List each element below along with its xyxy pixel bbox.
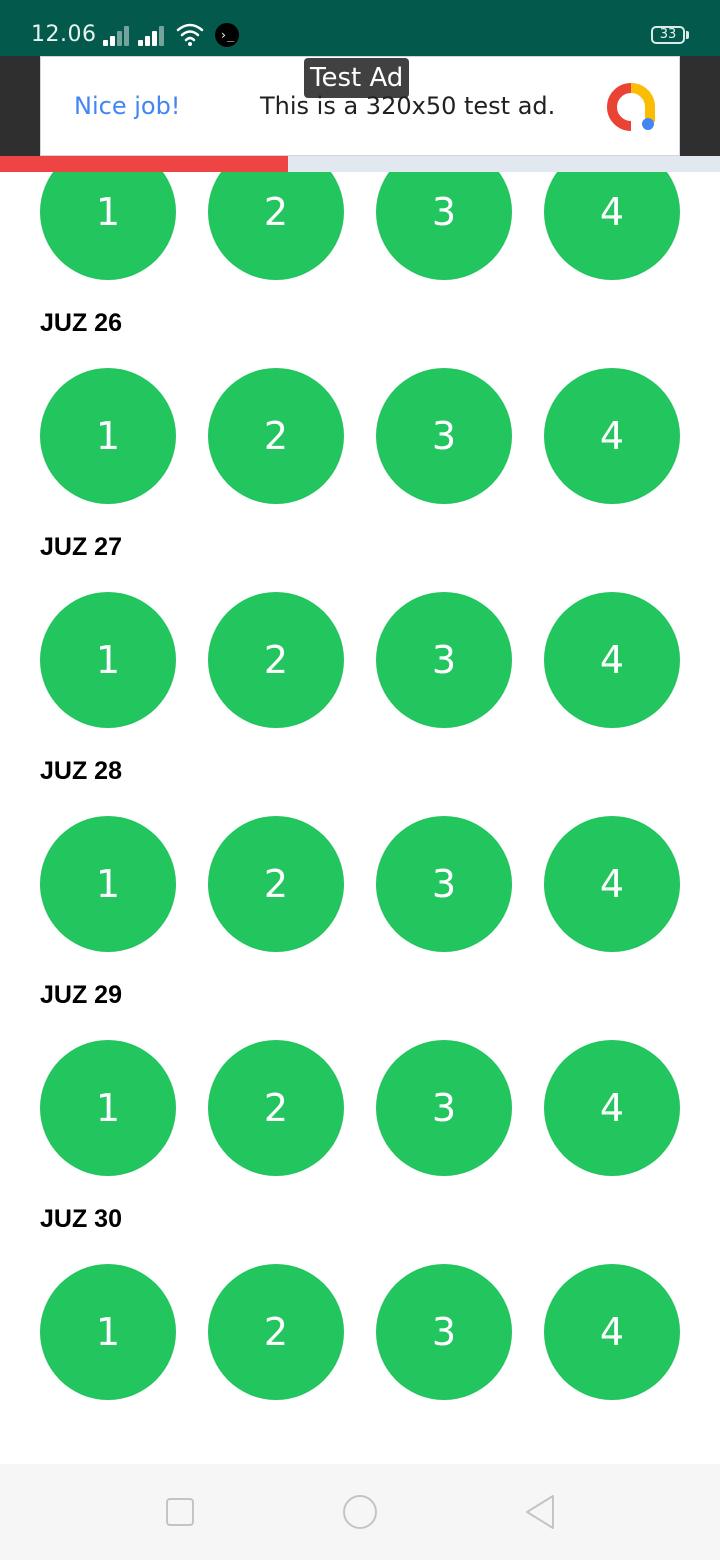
part-button[interactable]: 4	[544, 368, 680, 504]
wifi-icon	[176, 23, 204, 46]
part-button[interactable]: 1	[40, 1264, 176, 1400]
juz-title: JUZ 29	[40, 981, 122, 1009]
part-button[interactable]: 1	[40, 816, 176, 952]
part-button[interactable]: 3	[376, 816, 512, 952]
part-button[interactable]: 2	[208, 368, 344, 504]
ad-text[interactable]: This is a 320x50 test ad.	[260, 92, 555, 120]
juz-title: JUZ 28	[40, 757, 122, 785]
juz-list: 1 2 3 4 JUZ 26 1 2 3 4 JUZ 27 1 2 3 4 JU…	[0, 0, 720, 1464]
ad-headline[interactable]: Nice job!	[74, 92, 180, 120]
terminal-icon: ›_	[215, 23, 239, 47]
progress-fill	[0, 156, 288, 172]
part-button[interactable]: 3	[376, 1040, 512, 1176]
juz-title: JUZ 27	[40, 533, 122, 561]
part-button[interactable]: 2	[208, 1040, 344, 1176]
juz-title: JUZ 26	[40, 309, 122, 337]
battery-icon: 33	[651, 26, 685, 44]
recents-icon[interactable]	[156, 1488, 204, 1536]
progress-bar	[0, 156, 720, 172]
part-button[interactable]: 4	[544, 1040, 680, 1176]
signal-icon	[103, 24, 133, 46]
back-icon[interactable]	[516, 1488, 564, 1536]
part-button[interactable]: 2	[208, 592, 344, 728]
part-button[interactable]: 2	[208, 1264, 344, 1400]
juz-title: JUZ 30	[40, 1205, 122, 1233]
part-button[interactable]: 3	[376, 592, 512, 728]
part-button[interactable]: 3	[376, 1264, 512, 1400]
part-button[interactable]: 4	[544, 1264, 680, 1400]
home-icon[interactable]	[336, 1488, 384, 1536]
battery-tip	[686, 31, 689, 39]
part-button[interactable]: 4	[544, 816, 680, 952]
admob-logo-icon[interactable]	[604, 82, 656, 132]
part-button[interactable]: 3	[376, 368, 512, 504]
status-time: 12.06	[31, 22, 97, 47]
part-button[interactable]: 2	[208, 816, 344, 952]
signal-icon	[138, 24, 168, 46]
status-bar: 12.06 ›_ 33	[0, 0, 720, 56]
part-button[interactable]: 4	[544, 592, 680, 728]
part-button[interactable]: 1	[40, 1040, 176, 1176]
part-button[interactable]: 1	[40, 592, 176, 728]
part-button[interactable]: 1	[40, 368, 176, 504]
